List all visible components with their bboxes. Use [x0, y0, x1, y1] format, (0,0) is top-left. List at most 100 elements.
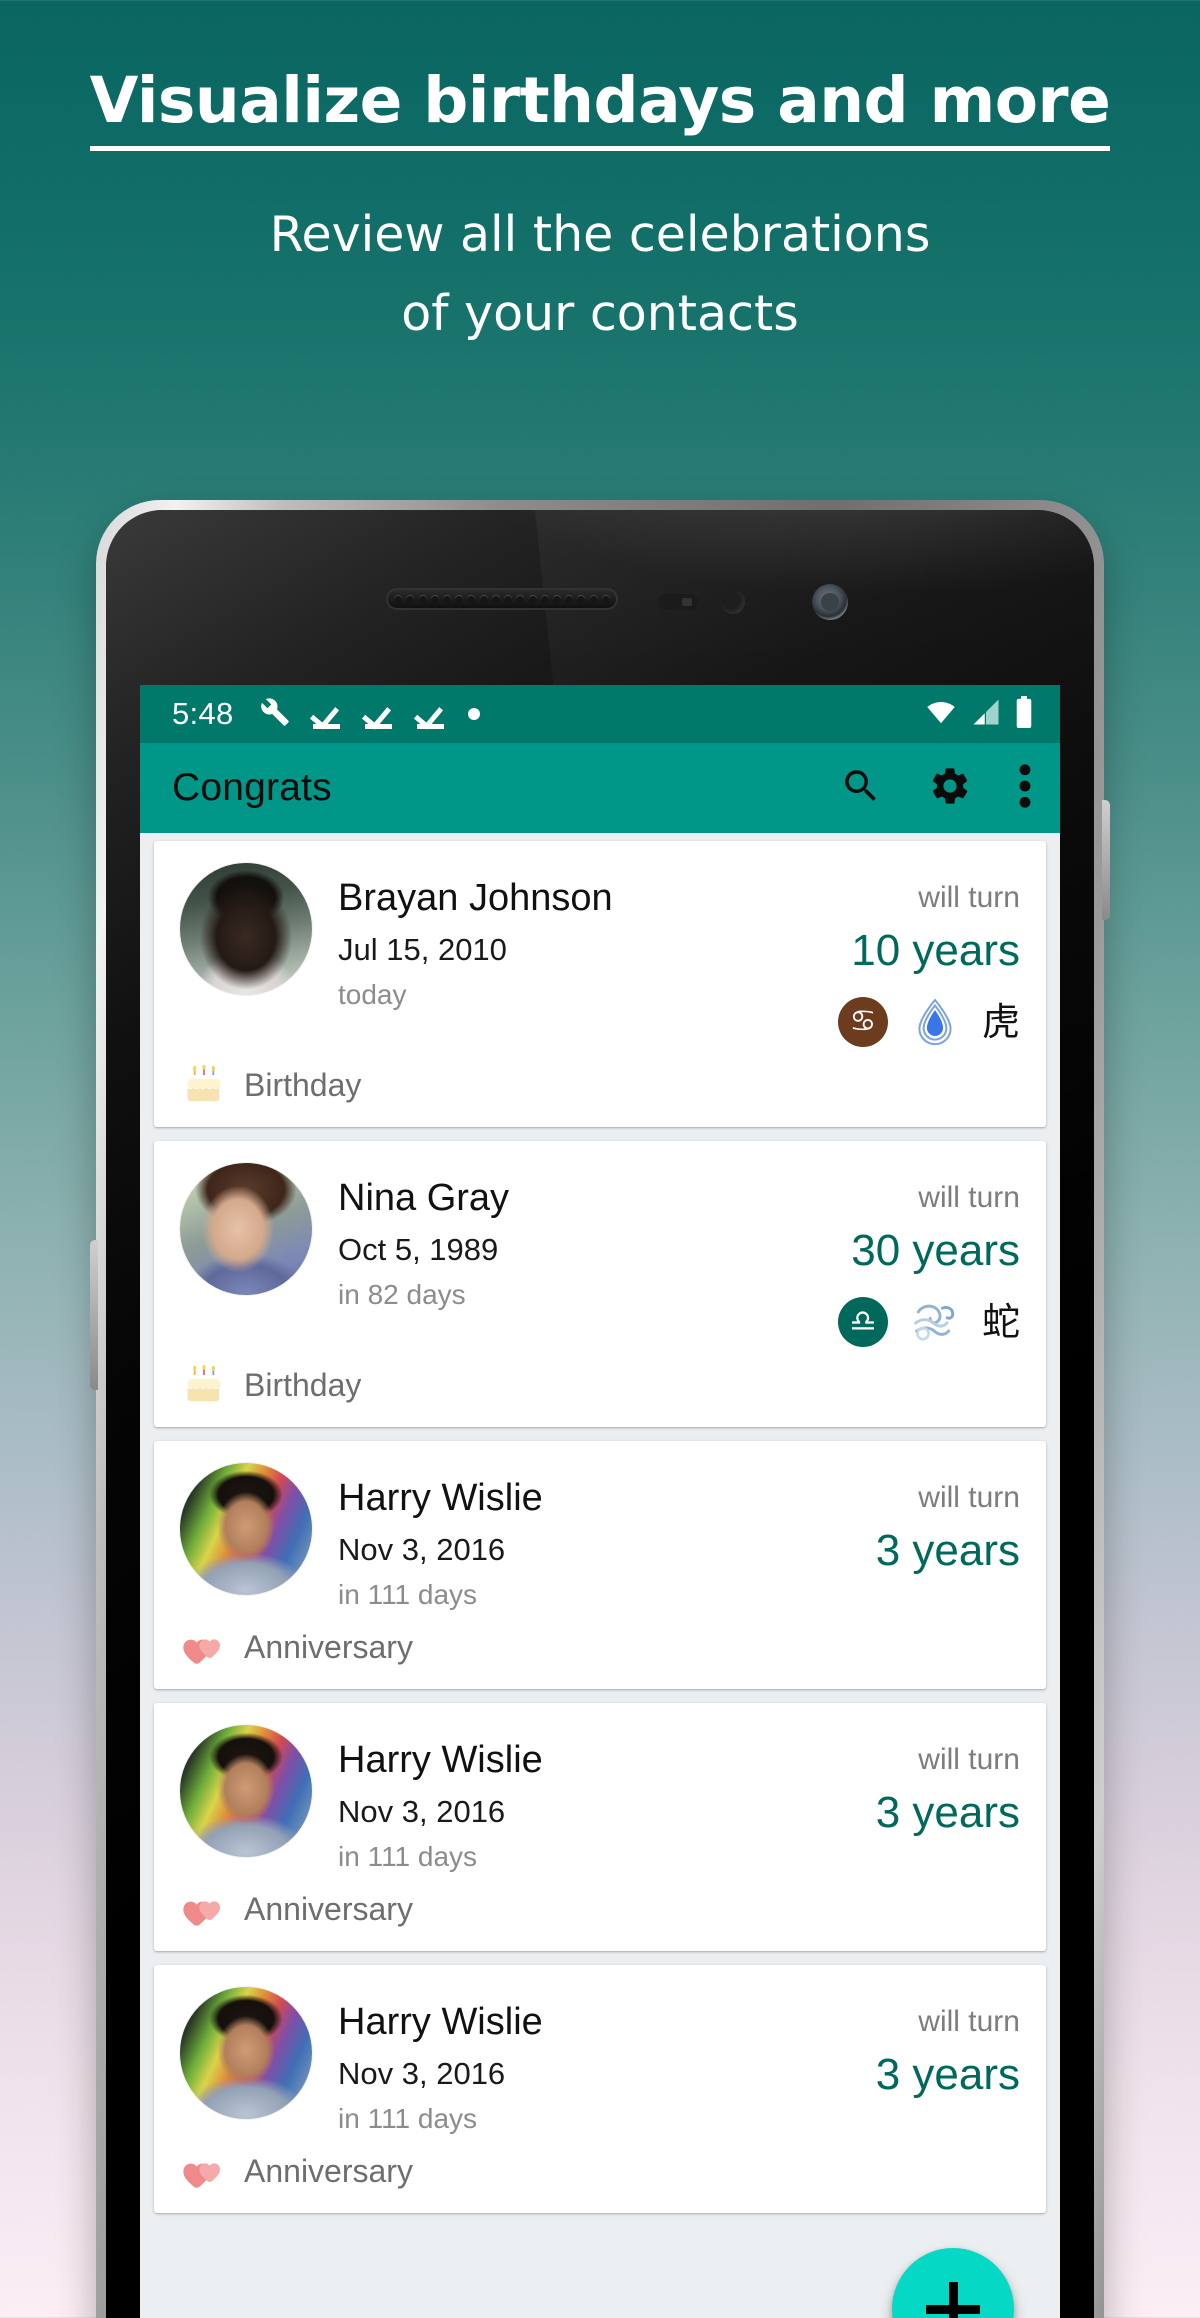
age-value: 3 years [875, 2050, 1020, 2099]
battery-icon [1014, 695, 1034, 733]
overflow-menu-icon[interactable] [1018, 761, 1032, 816]
contact-info: Harry Wislie Nov 3, 2016 in 111 days [338, 1463, 770, 1609]
age-value: 30 years [851, 1226, 1020, 1275]
avatar [180, 1987, 312, 2119]
avatar [180, 1725, 312, 1857]
status-bar: 5:48 [140, 685, 1060, 743]
proximity-sensor-icon [658, 594, 698, 610]
event-type-label: Birthday [244, 1066, 362, 1103]
event-type-row: Birthday [180, 1361, 1020, 1409]
wifi-icon [924, 697, 958, 732]
event-type-label: Anniversary [244, 1890, 413, 1927]
promo-subtitle-line1: Review all the celebrations [269, 206, 931, 264]
search-icon[interactable] [840, 765, 882, 812]
countdown-text: in 111 days [338, 1579, 478, 1610]
avatar [180, 1163, 312, 1295]
age-value: 3 years [875, 1788, 1020, 1837]
two-hearts-icon [180, 1623, 228, 1671]
age-column: will turn 30 years ♎ 蛇 [770, 1163, 1020, 1347]
power-button[interactable] [90, 1240, 98, 1390]
contact-info: Harry Wislie Nov 3, 2016 in 111 days [338, 1725, 770, 1871]
card-main-row: Harry Wislie Nov 3, 2016 in 111 days wil… [180, 1987, 1020, 2133]
avatar [180, 1463, 312, 1595]
will-turn-label: will turn [918, 1481, 1020, 1514]
will-turn-label: will turn [918, 881, 1020, 914]
event-date: Nov 3, 2016 [338, 2056, 506, 2091]
birthday-cake-icon [180, 1361, 228, 1409]
check-underline-icon [364, 699, 394, 729]
water-drop-icon [910, 997, 960, 1047]
contact-name: Brayan Johnson [338, 877, 613, 919]
zodiac-badges: ♎ 蛇 [770, 1297, 1020, 1347]
age-column: will turn 10 years ♋ 虎 [770, 863, 1020, 1047]
chinese-zodiac-glyph: 蛇 [981, 1300, 1020, 1344]
countdown-text: in 82 days [338, 1279, 466, 1310]
check-underline-icon [312, 699, 342, 729]
gear-icon[interactable] [928, 764, 972, 813]
will-turn-label: will turn [918, 1181, 1020, 1214]
wind-wave-icon [910, 1297, 960, 1347]
age-column: will turn 3 years [770, 1463, 1020, 1573]
card-main-row: Harry Wislie Nov 3, 2016 in 111 days wil… [180, 1725, 1020, 1871]
countdown-text: today [338, 979, 407, 1010]
list-item[interactable]: Harry Wislie Nov 3, 2016 in 111 days wil… [154, 1703, 1046, 1951]
card-main-row: Brayan Johnson Jul 15, 2010 today will t… [180, 863, 1020, 1047]
zodiac-sign-icon: ♎ [837, 1297, 888, 1347]
chinese-zodiac-glyph: 虎 [981, 1000, 1020, 1044]
contact-name: Nina Gray [338, 1177, 510, 1219]
wrench-icon [260, 697, 290, 732]
age-column: will turn 3 years [770, 1725, 1020, 1835]
avatar [180, 863, 312, 995]
countdown-text: in 111 days [338, 1841, 478, 1872]
list-item[interactable]: Nina Gray Oct 5, 1989 in 82 days will tu… [154, 1141, 1046, 1427]
event-date: Oct 5, 1989 [338, 1232, 499, 1267]
list-item[interactable]: Brayan Johnson Jul 15, 2010 today will t… [154, 841, 1046, 1127]
card-main-row: Nina Gray Oct 5, 1989 in 82 days will tu… [180, 1163, 1020, 1347]
app-bar-actions [840, 761, 1032, 816]
app-screen: 5:48 Congrats Brayan Johnson Jul 15, 201… [140, 685, 1060, 2318]
celebration-list: Brayan Johnson Jul 15, 2010 today will t… [140, 833, 1060, 2213]
contact-name: Harry Wislie [338, 1477, 543, 1519]
two-hearts-icon [180, 2147, 228, 2195]
volume-button[interactable] [1102, 800, 1110, 920]
zodiac-badges: ♋ 虎 [770, 997, 1020, 1047]
list-item[interactable]: Harry Wislie Nov 3, 2016 in 111 days wil… [154, 1965, 1046, 2213]
contact-info: Harry Wislie Nov 3, 2016 in 111 days [338, 1987, 770, 2133]
page-title: Congrats [172, 766, 332, 809]
event-type-label: Birthday [244, 1366, 362, 1403]
phone-mockup: 5:48 Congrats Brayan Johnson Jul 15, 201… [90, 500, 1110, 2318]
countdown-text: in 111 days [338, 2103, 478, 2134]
promo-subtitle-line2: of your contacts [401, 285, 799, 343]
event-type-label: Anniversary [244, 1628, 413, 1665]
add-event-button[interactable] [892, 2248, 1014, 2318]
event-date: Nov 3, 2016 [338, 1532, 506, 1567]
cell-signal-icon [971, 697, 1001, 732]
contact-info: Brayan Johnson Jul 15, 2010 today [338, 863, 770, 1009]
age-value: 3 years [875, 1526, 1020, 1575]
contact-name: Harry Wislie [338, 2001, 543, 2043]
status-bar-notification-icons [260, 697, 480, 732]
event-type-row: Birthday [180, 1061, 1020, 1109]
event-type-row: Anniversary [180, 2147, 1020, 2195]
zodiac-sign-icon: ♋ [837, 997, 888, 1047]
event-date: Nov 3, 2016 [338, 1794, 506, 1829]
status-bar-system-icons [924, 695, 1034, 733]
age-value: 10 years [851, 926, 1020, 975]
two-hearts-icon [180, 1885, 228, 1933]
check-underline-icon [416, 699, 446, 729]
promo-title: Visualize birthdays and more [89, 0, 1111, 152]
promo-header: Visualize birthdays and more Review all … [0, 0, 1200, 349]
dot-icon [467, 708, 480, 720]
list-item[interactable]: Harry Wislie Nov 3, 2016 in 111 days wil… [154, 1441, 1046, 1689]
will-turn-label: will turn [918, 1743, 1020, 1776]
contact-info: Nina Gray Oct 5, 1989 in 82 days [338, 1163, 770, 1309]
status-bar-clock: 5:48 [172, 696, 234, 731]
event-type-label: Anniversary [244, 2152, 413, 2189]
event-type-row: Anniversary [180, 1885, 1020, 1933]
event-type-row: Anniversary [180, 1623, 1020, 1671]
contact-name: Harry Wislie [338, 1739, 543, 1781]
plus-icon [926, 2282, 980, 2318]
earpiece-speaker-icon [386, 588, 618, 610]
age-column: will turn 3 years [770, 1987, 1020, 2097]
event-date: Jul 15, 2010 [338, 932, 507, 967]
